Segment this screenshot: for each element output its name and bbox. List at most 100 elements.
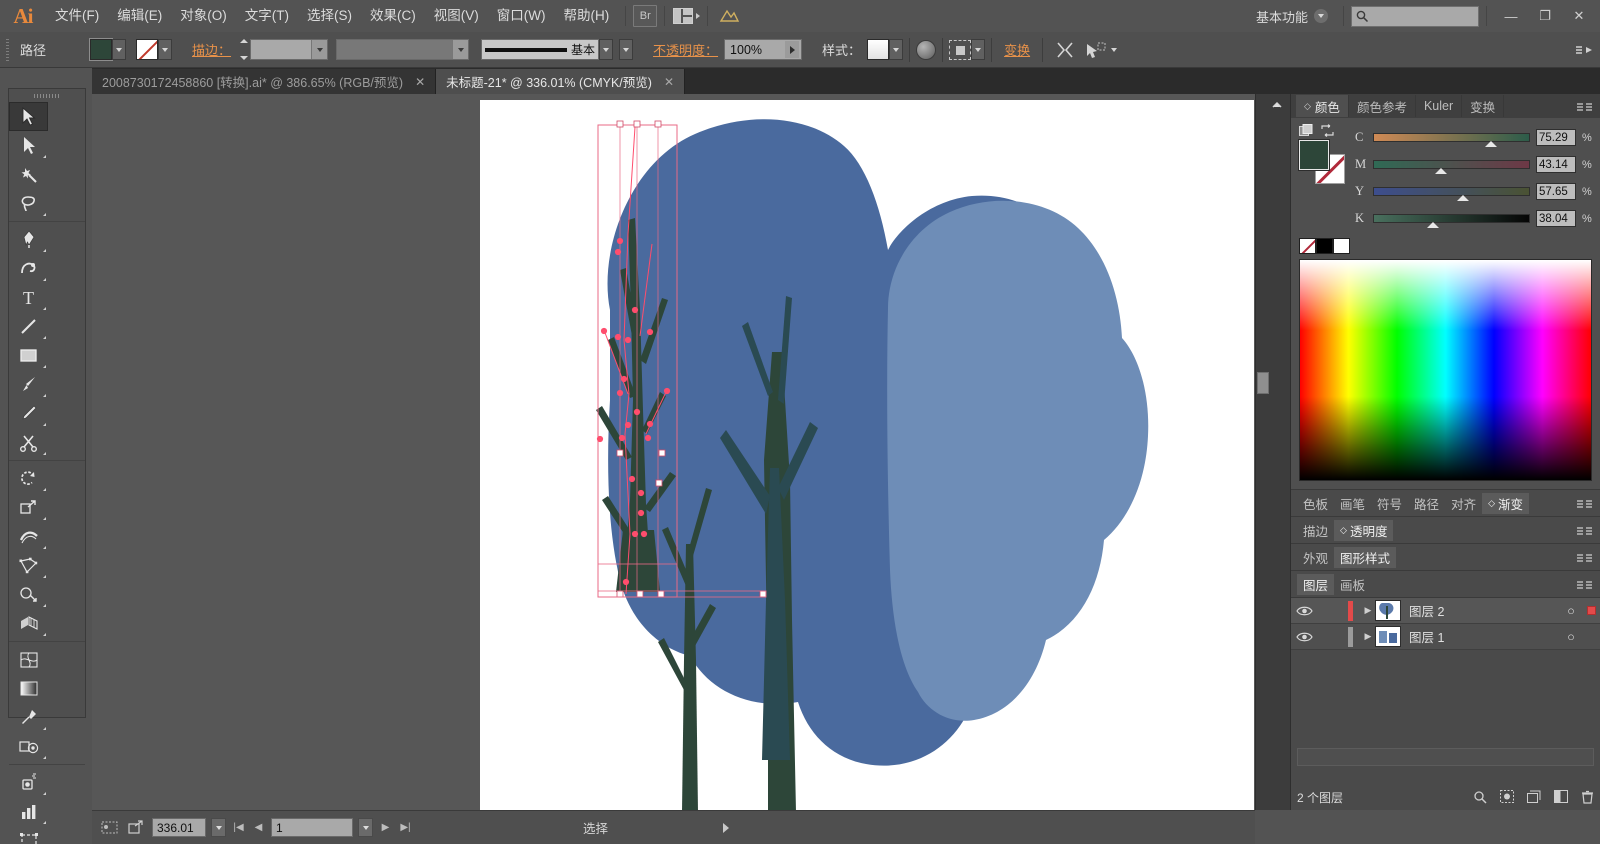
type-tool[interactable]: T: [9, 283, 48, 312]
stroke-label[interactable]: 描边：: [186, 40, 237, 59]
eyedropper-tool[interactable]: [9, 703, 48, 732]
opacity-field[interactable]: 100%: [724, 39, 803, 60]
artboard-number-field[interactable]: 1: [271, 818, 353, 837]
layer-expand-triangle[interactable]: ▶: [1361, 631, 1375, 642]
stroke-swatch-none[interactable]: [136, 39, 159, 60]
gradient-tool[interactable]: [9, 674, 48, 703]
swatch-none[interactable]: [1299, 238, 1316, 254]
rotate-tool[interactable]: [9, 464, 48, 493]
dock-scroll-field[interactable]: [1297, 748, 1594, 766]
layer-expand-triangle[interactable]: ▶: [1361, 605, 1375, 616]
width-tool[interactable]: [9, 522, 48, 551]
slider-track-m[interactable]: [1373, 160, 1530, 174]
next-artboard-button[interactable]: ▶: [378, 818, 393, 837]
stroke-weight-combo[interactable]: [250, 39, 329, 60]
menu-view[interactable]: 视图(V): [425, 0, 488, 32]
artboard-dropdown-arrow[interactable]: [358, 818, 373, 837]
window-close-button[interactable]: ✕: [1562, 3, 1596, 29]
menu-select[interactable]: 选择(S): [298, 0, 361, 32]
pen-tool[interactable]: [9, 225, 48, 254]
tab-kuler[interactable]: Kuler: [1416, 95, 1463, 117]
color-mode-icon[interactable]: [1299, 124, 1314, 137]
layer-target-circle[interactable]: ○: [1560, 630, 1582, 644]
free-transform-tool[interactable]: [9, 551, 48, 580]
stroke-weight-stepper[interactable]: [237, 39, 250, 60]
column-graph-tool[interactable]: [9, 797, 48, 826]
layer-target-circle[interactable]: ○: [1560, 604, 1582, 618]
fill-dropdown-arrow[interactable]: [112, 39, 127, 60]
menu-window[interactable]: 窗口(W): [488, 0, 555, 32]
lasso-tool[interactable]: [9, 189, 48, 218]
new-layer-icon[interactable]: [1554, 790, 1568, 804]
layer-visibility-icon[interactable]: [1291, 605, 1317, 617]
panel-menu-icon[interactable]: [1576, 579, 1600, 590]
control-bar-grip[interactable]: [0, 32, 14, 68]
panel-menu-icon[interactable]: [1576, 552, 1600, 563]
layer-name[interactable]: 图层 1: [1401, 627, 1560, 646]
blend-tool[interactable]: [9, 732, 48, 761]
first-artboard-button[interactable]: |◀: [231, 818, 246, 837]
slider-track-k[interactable]: [1373, 214, 1530, 228]
slider-track-y[interactable]: [1373, 187, 1530, 201]
paintbrush-tool[interactable]: [9, 370, 48, 399]
opacity-label[interactable]: 不透明度：: [647, 40, 724, 59]
chevron-down-icon[interactable]: [311, 40, 328, 59]
brush-definition-combo[interactable]: 基本: [481, 39, 600, 60]
tab-color-guide[interactable]: 颜色参考: [1349, 95, 1416, 117]
zoom-dropdown-arrow[interactable]: [211, 818, 226, 837]
tab-swatches[interactable]: 色板: [1297, 493, 1334, 514]
fill-color-control[interactable]: [90, 39, 127, 60]
toolbox-grip[interactable]: [9, 89, 85, 102]
locate-object-icon[interactable]: [1473, 790, 1487, 804]
swatch-black[interactable]: [1316, 238, 1333, 254]
stroke-dropdown-arrow[interactable]: [158, 39, 173, 60]
delete-layer-icon[interactable]: [1581, 790, 1594, 804]
scale-tool[interactable]: [9, 493, 48, 522]
brush-extra-arrow[interactable]: [619, 39, 634, 60]
close-icon[interactable]: ✕: [415, 75, 425, 89]
direct-selection-tool[interactable]: [9, 131, 48, 160]
tab-align[interactable]: 对齐: [1445, 493, 1482, 514]
canvas-vertical-scrollbar[interactable]: [1255, 94, 1269, 810]
control-bar-overflow[interactable]: [1574, 43, 1600, 57]
menu-help[interactable]: 帮助(H): [554, 0, 618, 32]
artboard[interactable]: [480, 100, 1254, 810]
stroke-profile-combo[interactable]: [336, 39, 470, 60]
align-control[interactable]: [949, 39, 986, 60]
pencil-tool[interactable]: [9, 399, 48, 428]
tab-transform[interactable]: 变换: [1462, 95, 1505, 117]
tab-pathfinder[interactable]: 路径: [1408, 493, 1445, 514]
fill-swatch[interactable]: [90, 39, 113, 60]
swatch-white[interactable]: [1333, 238, 1350, 254]
tab-transparency[interactable]: ◇ 透明度: [1334, 519, 1394, 541]
canvas-vertical-scroll-thumb[interactable]: [1257, 372, 1269, 394]
slider-thumb-m[interactable]: [1434, 168, 1447, 177]
share-icon[interactable]: [125, 820, 147, 835]
bridge-icon[interactable]: Br: [633, 5, 658, 27]
window-restore-button[interactable]: ❐: [1528, 3, 1562, 29]
symbol-sprayer-tool[interactable]: [9, 768, 48, 797]
collapse-panels-icon[interactable]: [1269, 100, 1290, 110]
tab-layers[interactable]: 图层: [1297, 573, 1335, 595]
selection-tool[interactable]: [9, 102, 48, 131]
tab-symbols[interactable]: 符号: [1371, 493, 1408, 514]
perspective-grid-tool[interactable]: [9, 609, 48, 638]
draw-mode-arrow[interactable]: [1107, 39, 1121, 60]
magic-wand-tool[interactable]: [9, 160, 48, 189]
panel-menu-icon[interactable]: [1576, 498, 1600, 509]
tab-artboards[interactable]: 画板: [1334, 574, 1371, 595]
recolor-artwork-icon[interactable]: [916, 39, 937, 60]
style-dropdown-arrow[interactable]: [889, 39, 904, 60]
align-dropdown-arrow[interactable]: [971, 39, 986, 60]
slider-thumb-y[interactable]: [1457, 195, 1470, 204]
new-sublayer-icon[interactable]: [1527, 790, 1541, 804]
tab-stroke[interactable]: 描边: [1297, 520, 1334, 541]
prev-artboard-button[interactable]: ◀: [251, 818, 266, 837]
zoom-level-field[interactable]: 336.01: [152, 818, 206, 837]
color-spectrum-ramp[interactable]: [1299, 259, 1592, 481]
tab-gradient[interactable]: ◇ 渐变: [1482, 492, 1530, 514]
channel-value-c[interactable]: 75.29: [1536, 129, 1576, 146]
menu-object[interactable]: 对象(O): [171, 0, 236, 32]
canvas-area[interactable]: [92, 94, 1255, 810]
last-artboard-button[interactable]: ▶|: [398, 818, 413, 837]
